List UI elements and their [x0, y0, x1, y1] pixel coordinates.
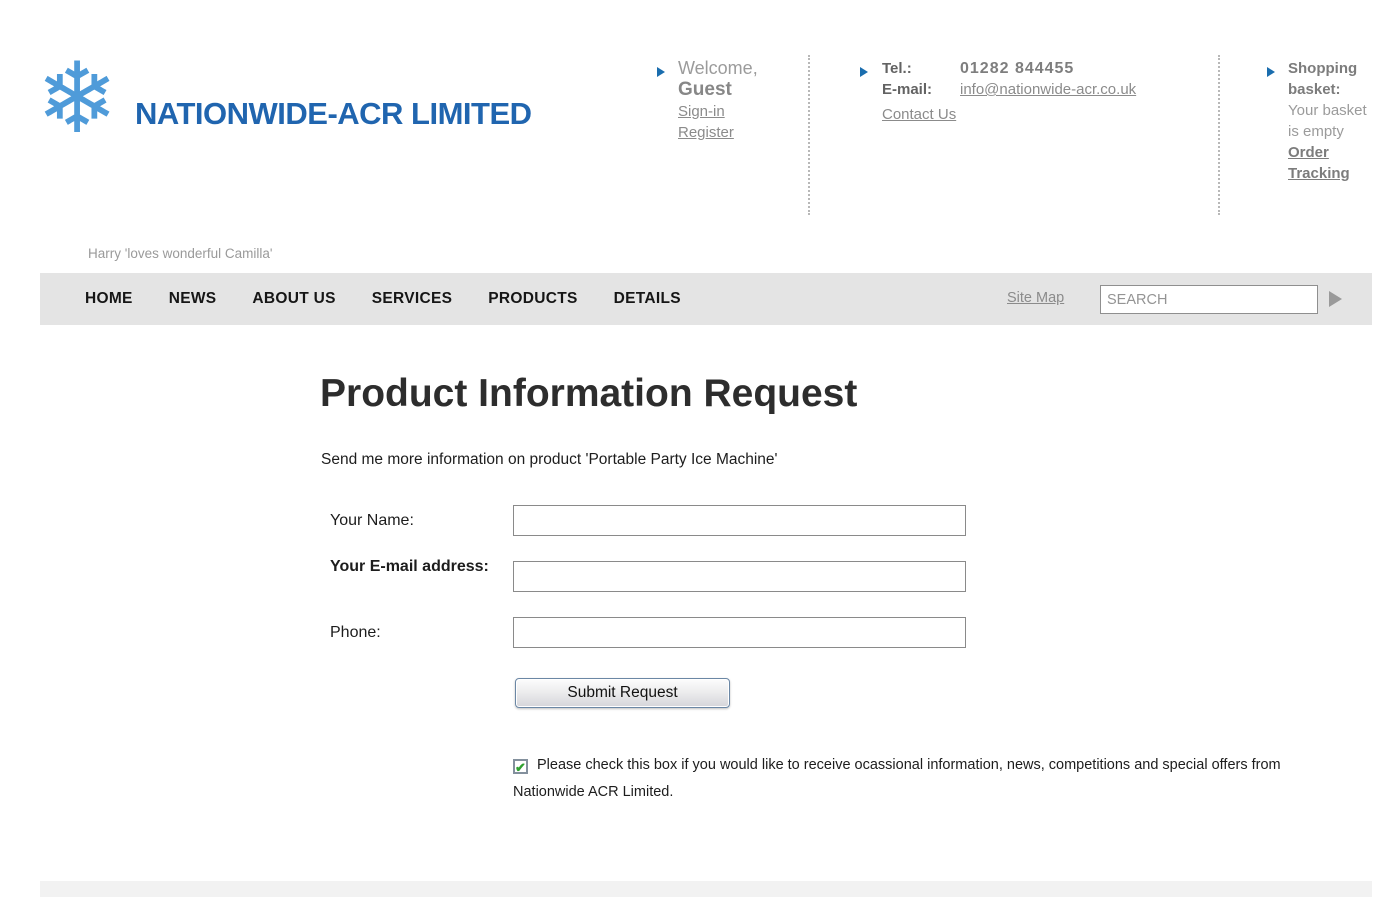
welcome-greeting: Welcome,: [678, 58, 788, 79]
basket-title: Shopping basket:: [1288, 58, 1378, 100]
email-address-label: Your E-mail address:: [330, 555, 490, 578]
newsletter-optin: ✔Please check this box if you would like…: [513, 752, 1341, 806]
name-input[interactable]: [513, 505, 966, 536]
sign-in-link[interactable]: Sign-in: [678, 101, 725, 122]
phone-label: Phone:: [330, 624, 381, 642]
tel-number: 01282 844455: [960, 58, 1074, 79]
nav-item-services[interactable]: SERVICES: [372, 290, 453, 308]
strapline: Harry 'loves wonderful Camilla': [88, 246, 272, 261]
page-title: Product Information Request: [320, 372, 857, 416]
chevron-right-icon: [859, 66, 869, 78]
chevron-right-icon: [1266, 66, 1276, 78]
chevron-right-icon: [656, 66, 666, 78]
footer-bar: [40, 881, 1372, 897]
search-input[interactable]: [1100, 285, 1318, 314]
contact-section: Tel.: 01282 844455 E-mail: info@nationwi…: [882, 58, 1192, 125]
intro-text: Send me more information on product 'Por…: [321, 451, 778, 469]
nav-item-products[interactable]: PRODUCTS: [488, 290, 577, 308]
nav-item-about-us[interactable]: ABOUT US: [252, 290, 335, 308]
site-map-link[interactable]: Site Map: [1007, 290, 1064, 306]
main-navigation: HOME NEWS ABOUT US SERVICES PRODUCTS DET…: [40, 273, 1372, 325]
register-link[interactable]: Register: [678, 122, 734, 143]
page: ❄ NATIONWIDE-ACR LIMITED Welcome, Guest …: [0, 0, 1400, 910]
snowflake-logo-icon: ❄: [36, 44, 118, 154]
phone-input[interactable]: [513, 617, 966, 648]
email-input[interactable]: [513, 561, 966, 592]
welcome-section: Welcome, Guest Sign-in Register: [678, 58, 788, 143]
newsletter-checkbox[interactable]: ✔: [513, 759, 528, 774]
basket-status: Your basket is empty: [1288, 100, 1378, 142]
search-submit-arrow-icon[interactable]: [1329, 291, 1342, 307]
header-divider: [808, 55, 810, 215]
name-label: Your Name:: [330, 512, 414, 530]
welcome-username: Guest: [678, 79, 788, 101]
email-link[interactable]: info@nationwide-acr.co.uk: [960, 79, 1136, 100]
tel-label: Tel.:: [882, 58, 960, 79]
company-logo[interactable]: NATIONWIDE-ACR LIMITED: [135, 96, 532, 132]
shopping-basket-section: Shopping basket: Your basket is empty Or…: [1288, 58, 1378, 184]
email-label: E-mail:: [882, 79, 960, 100]
order-tracking-link[interactable]: Order Tracking: [1288, 142, 1378, 184]
submit-request-button[interactable]: Submit Request: [515, 678, 730, 708]
contact-us-link[interactable]: Contact Us: [882, 104, 956, 125]
header-divider: [1218, 55, 1220, 215]
nav-item-details[interactable]: DETAILS: [614, 290, 681, 308]
nav-item-news[interactable]: NEWS: [169, 290, 217, 308]
newsletter-text: Please check this box if you would like …: [513, 757, 1281, 800]
nav-item-home[interactable]: HOME: [85, 290, 133, 308]
